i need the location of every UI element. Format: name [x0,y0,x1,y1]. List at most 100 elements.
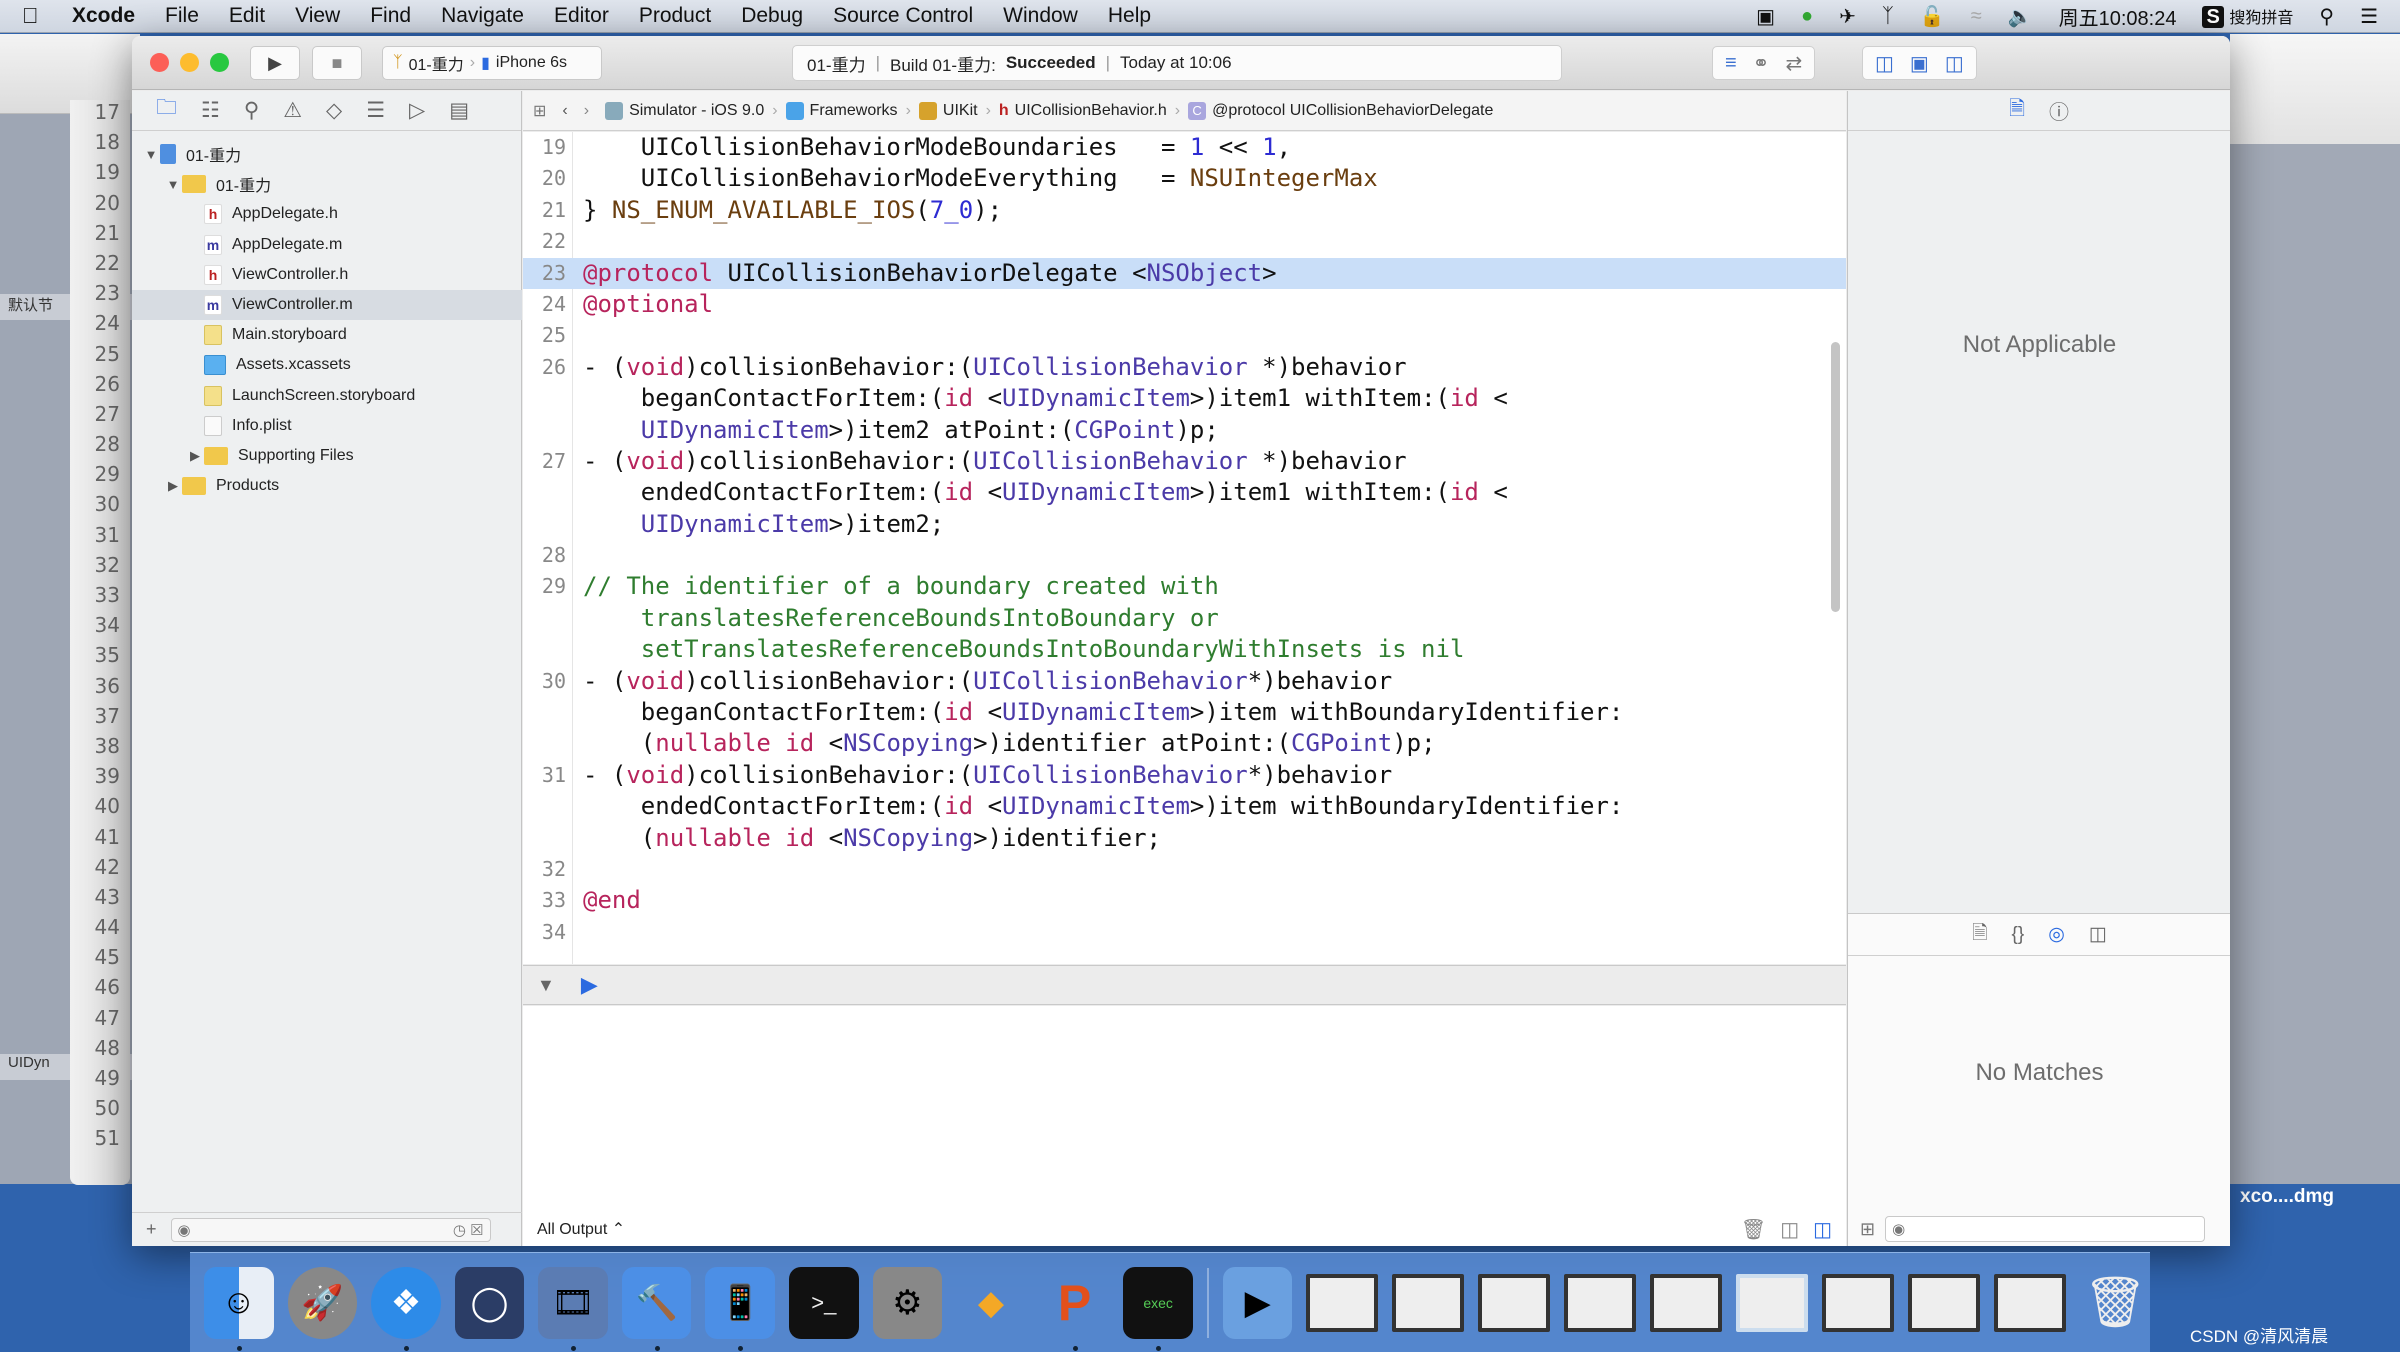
back-icon[interactable]: ‹ [562,102,567,120]
library-filter-field[interactable]: ◉ [1885,1216,2206,1242]
close-button[interactable] [150,53,169,72]
object-library-icon[interactable]: ◎ [2048,923,2065,946]
minimize-button[interactable] [180,53,199,72]
app-status-icon[interactable]: ● [1801,5,1813,28]
dock-launchpad[interactable]: 🚀 [287,1266,358,1339]
dock-powerpoint[interactable]: P [1040,1267,1110,1351]
menu-file[interactable]: File [165,4,199,28]
dock-photo-slideshow[interactable]: 🎞 [538,1266,608,1351]
tree-item[interactable]: LaunchScreen.storyboard [132,381,522,411]
lock-icon[interactable]: 🔓 [1920,4,1945,29]
variables-view-icon[interactable]: ◫ [1780,1217,1799,1242]
code-line[interactable]: (nullable id <NSCopying>)identifier atPo… [523,728,1846,759]
dock-minimized-window[interactable] [1306,1273,1379,1332]
dock-sketch[interactable]: ◆ [956,1267,1026,1339]
code-line[interactable]: beganContactForItem:(id <UIDynamicItem>)… [523,383,1846,414]
forward-icon[interactable]: › [584,102,589,120]
quick-help-icon[interactable]: ⓘ [2049,96,2069,125]
menu-navigate[interactable]: Navigate [441,4,524,28]
desktop-file-label[interactable]: xco....dmg [2240,1186,2334,1208]
code-line[interactable]: translatesReferenceBoundsIntoBoundary or [523,603,1846,634]
search-icon[interactable]: ⚲ [244,98,259,123]
trash-icon[interactable]: 🗑 [1741,1217,1766,1242]
code-snippet-icon[interactable]: {} [2012,924,2025,946]
dock-system-preferences[interactable]: ⚙ [872,1266,943,1339]
airplane-icon[interactable]: ✈ [1839,4,1856,29]
breadcrumb-protocol[interactable]: C @protocol UICollisionBehaviorDelegate [1188,101,1493,120]
breakpoints-toggle-icon[interactable]: ▶ [581,972,598,998]
tree-item[interactable]: ▶ Products [132,471,522,501]
menu-source-control[interactable]: Source Control [833,4,973,28]
debug-icon[interactable]: ☰ [366,98,385,123]
notification-center-icon[interactable]: ☰ [2360,4,2378,29]
report-icon[interactable]: ▤ [449,98,469,123]
media-library-icon[interactable]: ◫ [2089,923,2107,946]
menu-find[interactable]: Find [370,4,411,28]
related-items-icon[interactable]: ⊞ [533,101,546,121]
dock-terminal[interactable]: >_ [789,1266,859,1339]
stop-button[interactable]: ■ [312,46,362,80]
bluetooth-icon[interactable]: ᛉ [1882,5,1894,28]
tree-item[interactable]: m AppDelegate.m [132,230,522,260]
breakpoint-icon[interactable]: ▷ [409,98,425,123]
tree-item[interactable]: Info.plist [132,411,522,441]
dock-simulator[interactable]: 📱 [705,1266,776,1351]
source-editor[interactable]: 19 UICollisionBehaviorModeBoundaries = 1… [523,132,1846,964]
menu-app[interactable]: Xcode [72,4,135,28]
output-filter-select[interactable]: All Output ⌃ [537,1219,625,1239]
code-line[interactable]: UIDynamicItem>)item2 atPoint:(CGPoint)p; [523,415,1846,446]
dock-minimized-window[interactable] [1908,1273,1981,1332]
assistant-editor-icon[interactable]: ⚭ [1753,51,1770,76]
dock-minimized-window[interactable] [1650,1273,1723,1332]
editor-scrollbar[interactable] [1831,342,1840,612]
scheme-selector[interactable]: ᛉ 01-重力 › ▮ iPhone 6s [382,46,602,80]
menu-product[interactable]: Product [639,4,711,28]
breadcrumb-frameworks[interactable]: Frameworks [785,101,898,120]
hide-debug-area-icon[interactable]: ▼ [537,975,555,996]
symbol-icon[interactable]: ☷ [201,98,220,123]
code-line[interactable]: 26 - (void)collisionBehavior:(UICollision… [523,352,1846,383]
console-view-icon[interactable]: ◫ [1813,1217,1832,1242]
code-line[interactable]: 30 - (void)collisionBehavior:(UICollision… [523,666,1846,697]
code-line[interactable]: 27 - (void)collisionBehavior:(UICollision… [523,446,1846,477]
tree-item[interactable]: ▶ Supporting Files [132,441,522,471]
dock-minimized-window[interactable] [1392,1273,1465,1332]
version-editor-icon[interactable]: ⇄ [1785,51,1802,76]
code-line[interactable]: 34 [523,917,1846,948]
menu-edit[interactable]: Edit [229,4,265,28]
menu-view[interactable]: View [295,4,340,28]
dock-mouse-app[interactable]: ◯ [454,1266,525,1339]
tree-item[interactable]: ▼ 01-重力 [132,139,522,169]
screen-record-icon[interactable]: ▣ [1756,4,1775,29]
dock-xcode[interactable]: 🔨 [621,1266,692,1351]
dock-media-player[interactable]: ▶ [1222,1266,1293,1339]
tree-item[interactable]: Assets.xcassets [132,350,522,380]
dock-console[interactable]: exec [1123,1266,1193,1351]
input-method[interactable]: S 搜狗拼音 [2202,4,2293,29]
grid-view-icon[interactable]: ⊞ [1860,1219,1875,1240]
toggle-navigator-icon[interactable]: ◫ [1875,51,1894,76]
dock-safari[interactable]: ❖ [371,1266,441,1351]
code-line[interactable]: endedContactForItem:(id <UIDynamicItem>)… [523,791,1846,822]
wifi-icon[interactable]: ≈ [1971,5,1982,28]
breadcrumb-uikit[interactable]: UIKit [918,101,978,120]
tree-item[interactable]: m ViewController.m [132,290,522,320]
code-line[interactable]: 21} NS_ENUM_AVAILABLE_IOS(7_0); [523,195,1846,226]
dock-minimized-window[interactable] [1736,1273,1809,1332]
volume-icon[interactable]: 🔈 [2008,4,2033,29]
disclosure-expanded-icon[interactable]: ▼ [164,177,182,192]
add-icon[interactable]: + [146,1219,157,1240]
file-inspector-icon[interactable]: 🗎 [2009,94,2025,128]
navigator-filter-field[interactable]: ◉ ◷ ☒ [170,1217,491,1242]
disclosure-expanded-icon[interactable]: ▼ [142,147,160,162]
code-line[interactable]: 33 @end [523,885,1846,916]
menu-editor[interactable]: Editor [554,4,609,28]
test-diamond-icon[interactable]: ◇ [326,98,342,123]
dock-minimized-window[interactable] [1994,1273,2067,1332]
disclosure-collapsed-icon[interactable]: ▶ [186,448,204,464]
menu-debug[interactable]: Debug [741,4,803,28]
toggle-debug-area-icon[interactable]: ▣ [1910,51,1929,76]
code-line[interactable]: 19 UICollisionBehaviorModeBoundaries = 1… [523,132,1846,163]
console-area[interactable]: All Output ⌃ 🗑 ◫ ◫ [523,1006,1846,1246]
standard-editor-icon[interactable]: ≡ [1725,52,1737,75]
